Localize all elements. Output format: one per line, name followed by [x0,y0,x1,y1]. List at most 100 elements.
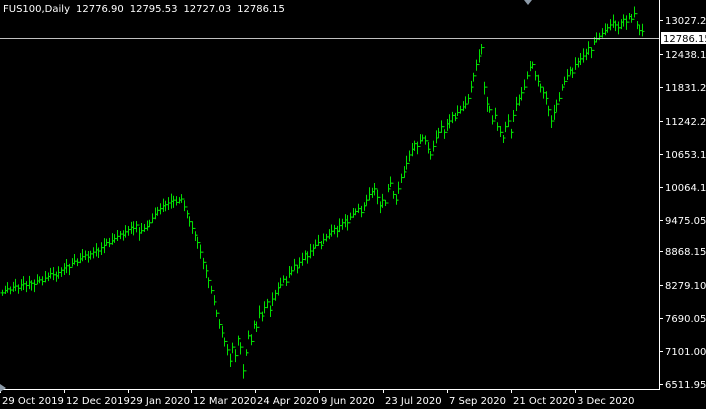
price-bar [530,61,535,69]
price-bar [284,276,289,286]
price-bar [560,84,565,99]
price-bar [303,250,308,261]
price-bar [187,213,192,227]
price-bar [386,183,391,204]
price-bar [241,346,246,379]
price-bar [139,223,144,234]
price-bar [228,349,233,368]
price-bar [171,195,176,208]
price-bar [455,105,460,119]
price-bar [204,261,209,279]
price-bar [209,279,214,294]
price-bar [185,206,190,219]
price-bar [265,298,270,309]
price-bar [367,187,372,201]
y-tick-label: 7690.05 [665,314,706,325]
price-bar [110,233,115,245]
shift-marker-icon[interactable] [0,384,6,392]
price-bars [0,6,645,379]
price-bar [463,96,468,109]
price-bar [40,276,45,286]
price-bar [222,332,227,347]
price-bar [474,59,479,77]
price-bar [257,305,262,328]
price-bar [24,281,29,293]
price-bar [635,13,640,30]
price-bar [147,219,152,228]
price-bar [380,193,385,208]
price-bar [391,182,396,199]
price-bar [212,290,217,306]
price-bar [394,194,399,205]
price-bar [43,270,48,283]
current-price-label: 12786.15 [661,32,706,45]
price-bar [268,301,273,317]
axes: 13027.20 12438.15 11831.25 11242.20 10653.15… [0,0,706,407]
price-bar [348,212,353,224]
y-tick-label: 11242.20 [665,117,706,128]
price-bar [182,198,187,212]
price-bar [72,253,77,265]
price-bar [396,181,401,201]
price-bar [399,173,404,190]
price-bar [54,271,59,282]
price-bar [166,197,171,210]
price-bar [375,188,380,205]
price-bar [619,19,624,30]
price-bar [632,6,637,20]
x-tick-label: 24 Apr 2020 [257,396,319,407]
price-bar [576,57,581,68]
price-bar [276,282,281,296]
price-bar [35,274,40,285]
price-bar [453,112,458,122]
price-bar [29,280,34,291]
price-bar [519,86,524,101]
price-bar [206,270,211,289]
price-bar [88,250,93,260]
price-bar [340,218,345,230]
y-tick-label: 7101.00 [665,347,706,358]
price-bar [163,200,168,212]
price-bar [311,244,316,256]
price-bar [525,71,530,88]
price-bar [426,140,431,154]
price-bar [546,97,551,117]
chart-window[interactable]: FUS100,Daily 12776.90 12795.53 12727.03 1278… [0,0,706,409]
price-bar [490,109,495,125]
price-bar [605,23,610,33]
price-bar [129,221,134,234]
price-bar [589,47,594,59]
price-bar [155,206,160,216]
price-bar [471,72,476,88]
price-bar [238,338,243,355]
price-bar [174,196,179,206]
price-bar [78,253,83,264]
price-bar [118,231,123,240]
price-bar [5,282,10,293]
price-bar [603,23,608,36]
price-bar [67,263,72,276]
price-bar [217,312,222,329]
price-bar [313,239,318,249]
scroll-marker-icon[interactable] [524,0,532,5]
price-bar [91,247,96,259]
price-bar [249,334,254,346]
price-bar [412,140,417,152]
price-bar [13,278,18,292]
price-bar [461,101,466,112]
price-chart[interactable]: 13027.20 12438.15 11831.25 11242.20 10653.15… [0,0,706,409]
price-bar [495,114,500,131]
price-bar [498,126,503,137]
price-bar [600,28,605,38]
y-tick-label: 10653.15 [665,150,706,161]
price-bar [201,251,206,270]
price-bar [80,249,85,262]
price-bar [351,208,356,218]
price-bar [629,13,634,23]
y-tick-label: 13027.20 [665,16,706,27]
price-bar [388,176,393,190]
price-bar [295,264,300,274]
price-bar [544,91,549,105]
price-bar [407,150,412,164]
price-bar [592,37,597,51]
